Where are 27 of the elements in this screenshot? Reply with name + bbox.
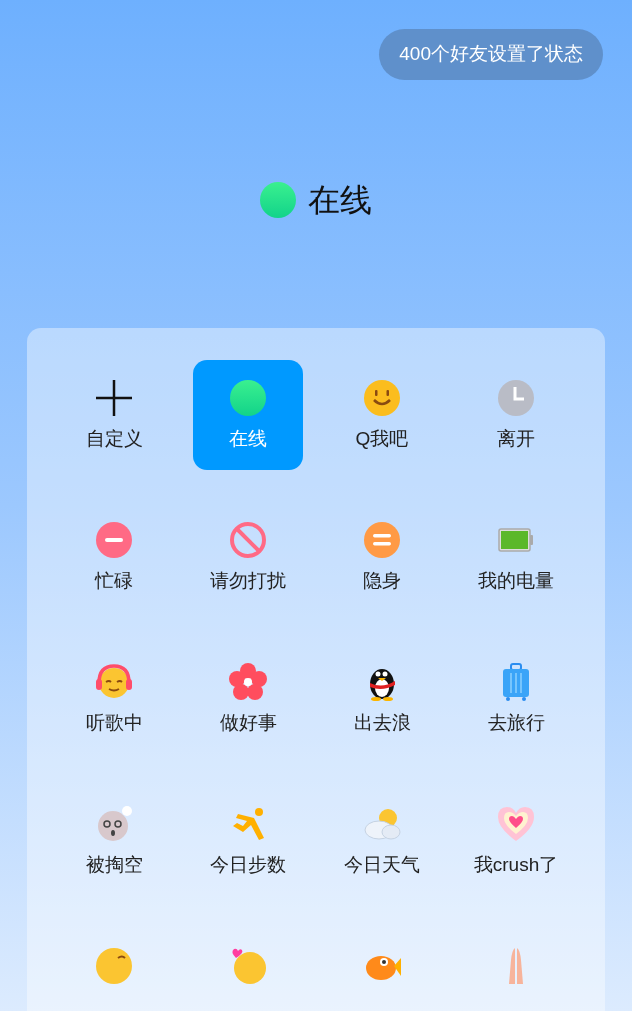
- status-option[interactable]: 离开: [461, 360, 571, 470]
- online-dot-icon: [260, 182, 296, 218]
- status-option[interactable]: 自定义: [59, 360, 169, 470]
- flower-icon: [228, 662, 268, 702]
- clock-icon: [496, 378, 536, 418]
- status-option[interactable]: 去旅行: [461, 644, 571, 754]
- current-status-label: 在线: [308, 181, 372, 220]
- plus-icon: [94, 378, 134, 418]
- status-option[interactable]: 今日天气: [327, 786, 437, 896]
- status-option[interactable]: 请勿打扰: [193, 502, 303, 612]
- prohibited-icon: [228, 520, 268, 560]
- status-option[interactable]: 我的电量: [461, 502, 571, 612]
- equals-icon: [362, 520, 402, 560]
- status-option[interactable]: 我crush了: [461, 786, 571, 896]
- status-option[interactable]: 被掏空: [59, 786, 169, 896]
- status-option[interactable]: Q我吧: [327, 360, 437, 470]
- heart-icon: [496, 804, 536, 844]
- minus-icon: [94, 520, 134, 560]
- status-option[interactable]: 出去浪: [327, 644, 437, 754]
- winking-face-icon: [94, 946, 134, 986]
- status-option[interactable]: 听歌中: [59, 644, 169, 754]
- status-option[interactable]: 今日步数: [193, 786, 303, 896]
- smiley-icon: [362, 378, 402, 418]
- status-option[interactable]: 做好事: [193, 644, 303, 754]
- status-option[interactable]: 忙碌: [59, 502, 169, 612]
- online-dot-icon: [230, 380, 266, 416]
- status-option[interactable]: 隐身: [327, 502, 437, 612]
